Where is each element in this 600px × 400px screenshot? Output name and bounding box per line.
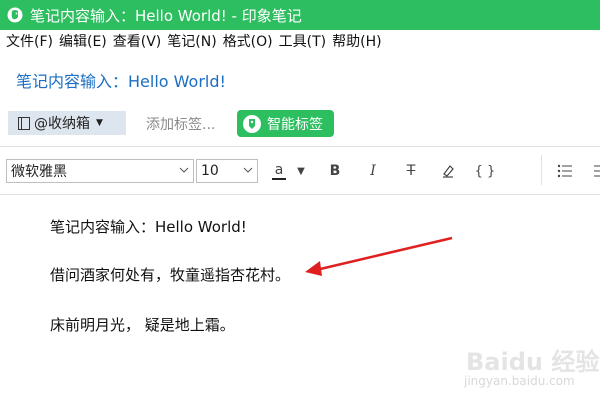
baidu-watermark: Baidu 经验 jingyan.baidu.com [456, 338, 600, 394]
watermark-url: jingyan.baidu.com [464, 374, 575, 388]
watermark-text: Baidu 经验 [466, 348, 600, 376]
